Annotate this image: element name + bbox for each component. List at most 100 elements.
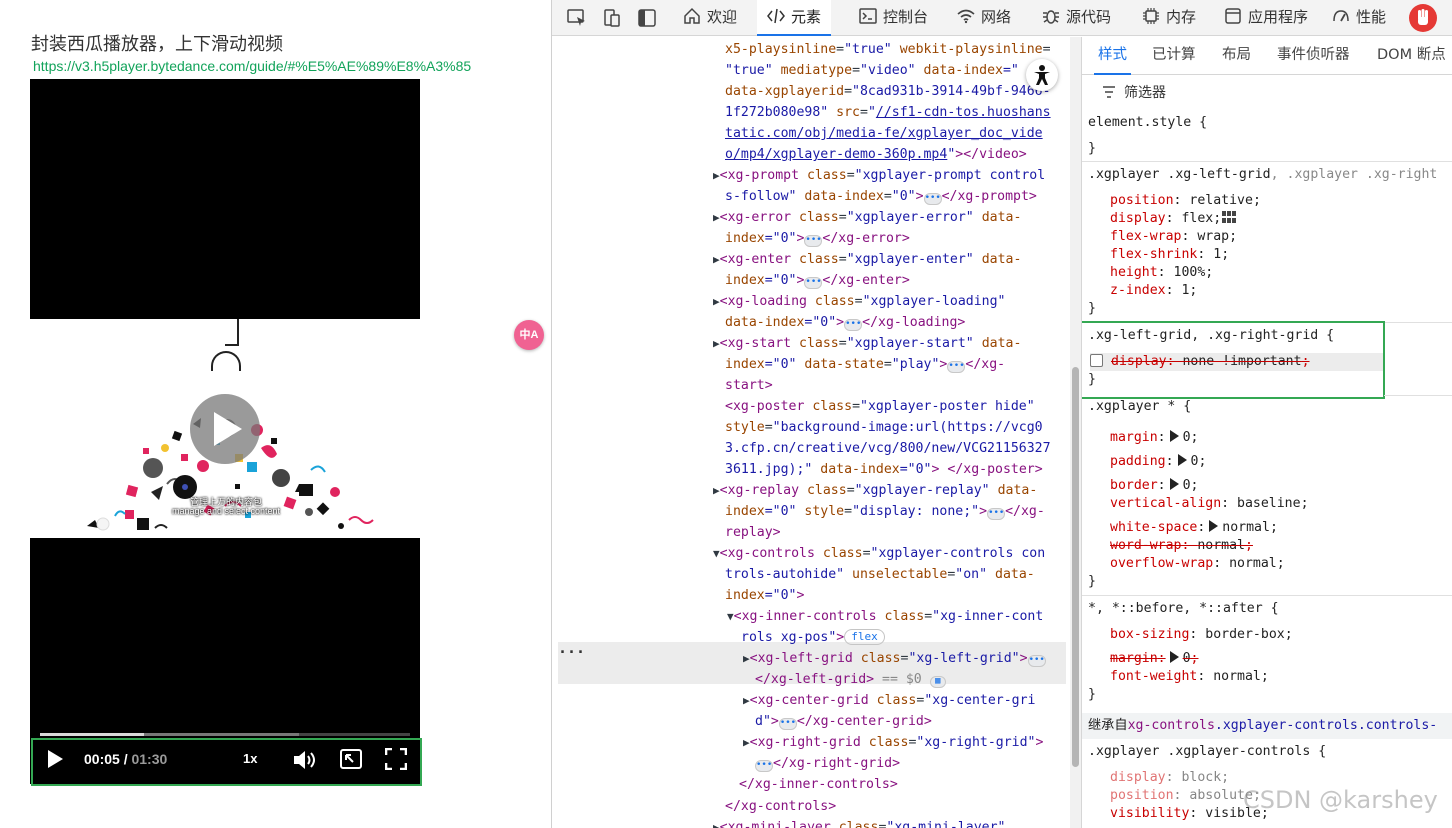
ellipsis-icon[interactable]: •••	[923, 193, 942, 205]
tree-node-xg-right-grid[interactable]: ▶<xg-right-grid class="xg-right-grid">	[743, 732, 1043, 753]
tree-node-xg-loading[interactable]: ▶<xg-loading class="xgplayer-loading"	[713, 291, 1006, 312]
tree-line-controls-end[interactable]: </xg-controls>	[725, 796, 836, 817]
node-menu-dots[interactable]: ···	[558, 643, 585, 661]
inspect-icon[interactable]	[567, 8, 587, 28]
expand-triangle-icon[interactable]	[1169, 430, 1179, 442]
tree-node-xg-start[interactable]: ▶<xg-start class="xgplayer-start" data-	[713, 333, 1021, 354]
rule-element-style[interactable]: element.style {	[1088, 114, 1207, 132]
tree-node-xg-center-grid[interactable]: ▶<xg-center-grid class="xg-center-gri	[743, 690, 1035, 711]
tree-line-controls-3[interactable]: index="0">	[725, 585, 804, 606]
tab-memory[interactable]: 内存	[1142, 0, 1196, 36]
tree-line-replay-3[interactable]: replay>	[725, 522, 781, 543]
copy-icon[interactable]: ▦	[929, 676, 946, 688]
flex-badge[interactable]: flex	[844, 629, 885, 645]
ellipsis-icon[interactable]: •••	[804, 235, 823, 247]
rule3-selector[interactable]: .xgplayer * {	[1088, 398, 1191, 416]
filter-input[interactable]: 筛选器	[1124, 82, 1166, 102]
tree-line-inner-end[interactable]: </xg-inner-controls>	[739, 774, 898, 795]
rule3-decl-word-wrap[interactable]: word-wrap: normal;	[1110, 537, 1253, 555]
tree-node-xg-poster[interactable]: <xg-poster class="xgplayer-poster hide"	[725, 396, 1035, 417]
tree-node-xg-mini-layer[interactable]: ▶<xg-mini-layer class="xg-mini-layer"	[713, 817, 1005, 828]
expand-triangle-icon[interactable]	[1209, 520, 1219, 532]
tree-node-xg-left-grid[interactable]: ▶<xg-left-grid class="xg-left-grid">•••	[743, 648, 1046, 669]
tree-line-loading-2[interactable]: data-index="0">•••</xg-loading>	[725, 312, 965, 333]
tree-line-poster-3[interactable]: 3.cfp.cn/creative/vcg/800/new/VCG2115632…	[725, 438, 1051, 459]
tab-computed[interactable]: 已计算	[1152, 37, 1196, 75]
rule3-decl-padding[interactable]: padding: 0;	[1110, 453, 1206, 471]
rule3-decl-white-space[interactable]: white-space: normal;	[1110, 519, 1278, 537]
rule4-selector[interactable]: *, *::before, *::after {	[1088, 600, 1279, 618]
tree-node-xg-inner-controls[interactable]: ▼<xg-inner-controls class="xg-inner-cont	[727, 606, 1043, 627]
tab-application[interactable]: 应用程序	[1224, 0, 1308, 36]
rule1-selector[interactable]: .xgplayer .xg-left-grid, .xgplayer .xg-r…	[1088, 166, 1437, 184]
rule1-decl-display[interactable]: display: flex;	[1110, 210, 1237, 228]
tab-dom-breakpoints[interactable]: DOM 断点	[1377, 37, 1446, 75]
tree-line-poster-2[interactable]: style="background-image:url(https://vcg0	[725, 417, 1043, 438]
device-toolbar-icon[interactable]	[602, 8, 622, 28]
tree-node-xg-enter[interactable]: ▶<xg-enter class="xgplayer-enter" data-	[713, 249, 1021, 270]
guide-link[interactable]: https://v3.h5player.bytedance.com/guide/…	[33, 58, 471, 74]
rule3-decl-vertical-align[interactable]: vertical-align: baseline;	[1110, 495, 1309, 513]
expand-triangle-icon[interactable]	[1169, 478, 1179, 490]
tree-line-center-grid-2[interactable]: d">•••</xg-center-grid>	[755, 711, 932, 732]
tree-line-right-grid-2[interactable]: •••</xg-right-grid>	[755, 753, 900, 774]
rule4-decl-font-weight[interactable]: font-weight: normal;	[1110, 668, 1269, 686]
ellipsis-icon[interactable]: •••	[1027, 655, 1046, 667]
expand-triangle-icon[interactable]	[1169, 651, 1179, 663]
inherited-from-label[interactable]: 继承自xg-controls.xgplayer-controls.control…	[1088, 717, 1437, 735]
accessibility-icon[interactable]	[1026, 59, 1058, 91]
rule5-decl-position[interactable]: position: absolute;	[1110, 787, 1261, 805]
tree-line-start-3[interactable]: start>	[725, 375, 773, 396]
filter-row[interactable]: 筛选器	[1082, 75, 1452, 109]
tree-line-1[interactable]: x5-playsinline="true" webkit-playsinline…	[725, 39, 1051, 60]
tab-sources[interactable]: 源代码	[1042, 0, 1111, 36]
rule3-decl-overflow-wrap[interactable]: overflow-wrap: normal;	[1110, 555, 1285, 573]
tree-line-enter-2[interactable]: index="0">•••</xg-enter>	[725, 270, 910, 291]
ellipsis-icon[interactable]: •••	[755, 760, 773, 772]
rule1-decl-flex-shrink[interactable]: flex-shrink: 1;	[1110, 246, 1229, 264]
tab-styles[interactable]: 样式	[1094, 37, 1131, 75]
ellipsis-icon[interactable]: •••	[804, 277, 823, 289]
tab-console[interactable]: 控制台	[859, 0, 928, 36]
flex-editor-icon[interactable]	[1221, 210, 1237, 224]
tree-line-5[interactable]: tatic.com/obj/media-fe/xgplayer_doc_vide	[725, 123, 1043, 144]
ellipsis-icon[interactable]: •••	[987, 508, 1006, 520]
tree-line-prompt-2[interactable]: s-follow" data-index="0">•••</xg-prompt>	[725, 186, 1037, 207]
tree-line-controls-2[interactable]: trols-autohide" unselectable="on" data-	[725, 564, 1035, 585]
dock-icon[interactable]	[637, 8, 657, 28]
tree-line-2[interactable]: "true" mediatype="video" data-index="	[725, 60, 1019, 81]
tree-scrollbar[interactable]	[1070, 37, 1081, 828]
tree-line-replay-2[interactable]: index="0" style="display: none;">•••</xg…	[725, 501, 1045, 522]
tree-line-error-2[interactable]: index="0">•••</xg-error>	[725, 228, 910, 249]
ellipsis-icon[interactable]: •••	[844, 319, 863, 331]
tree-node-xg-controls[interactable]: ▼<xg-controls class="xgplayer-controls c…	[713, 543, 1045, 564]
tree-line-poster-4[interactable]: 3611.jpg);" data-index="0"> </xg-poster>	[725, 459, 1043, 480]
tree-line-inner-2[interactable]: rols xg-pos"> flex	[741, 627, 885, 648]
tab-layout[interactable]: 布局	[1222, 37, 1251, 75]
rule1-decl-position[interactable]: position: relative;	[1110, 192, 1261, 210]
tab-performance[interactable]: 性能	[1332, 0, 1386, 36]
rule1-decl-flex-wrap[interactable]: flex-wrap: wrap;	[1110, 228, 1237, 246]
tree-line-left-grid-2[interactable]: </xg-left-grid> == $0 ▦	[755, 669, 946, 690]
rule1-decl-height[interactable]: height: 100%;	[1110, 264, 1213, 282]
rule3-decl-border[interactable]: border: 0;	[1110, 477, 1199, 495]
video-top[interactable]	[30, 79, 420, 319]
elements-tree[interactable]: ··· x5-playsinline="true" webkit-playsin…	[552, 37, 1081, 828]
tab-welcome[interactable]: 欢迎	[683, 0, 737, 36]
rule5-decl-display[interactable]: display: block;	[1110, 769, 1229, 787]
tree-line-6[interactable]: o/mp4/xgplayer-demo-360p.mp4"></video>	[725, 144, 1027, 165]
rule4-decl-margin[interactable]: margin: 0;	[1110, 650, 1199, 668]
translate-icon[interactable]: 中A	[514, 320, 544, 350]
rule5-selector[interactable]: .xgplayer .xgplayer-controls {	[1088, 743, 1326, 761]
tab-event-listeners[interactable]: 事件侦听器	[1277, 37, 1350, 75]
progress-bar[interactable]	[40, 733, 410, 736]
tree-line-4[interactable]: 1f272b080e98" src="//sf1-cdn-tos.huoshan…	[725, 102, 1051, 123]
tree-node-xg-replay[interactable]: ▶<xg-replay class="xgplayer-replay" data…	[713, 480, 1037, 501]
tree-scrollbar-thumb[interactable]	[1072, 367, 1079, 767]
tab-network[interactable]: 网络	[957, 0, 1011, 36]
rule3-decl-margin[interactable]: margin: 0;	[1110, 429, 1199, 447]
stop-hand-icon[interactable]	[1409, 4, 1437, 32]
tree-line-start-2[interactable]: index="0" data-state="play">•••</xg-	[725, 354, 1005, 375]
tree-line-3[interactable]: data-xgplayerid="8cad931b-3914-49bf-9466…	[725, 81, 1051, 102]
ellipsis-icon[interactable]: •••	[778, 718, 797, 730]
